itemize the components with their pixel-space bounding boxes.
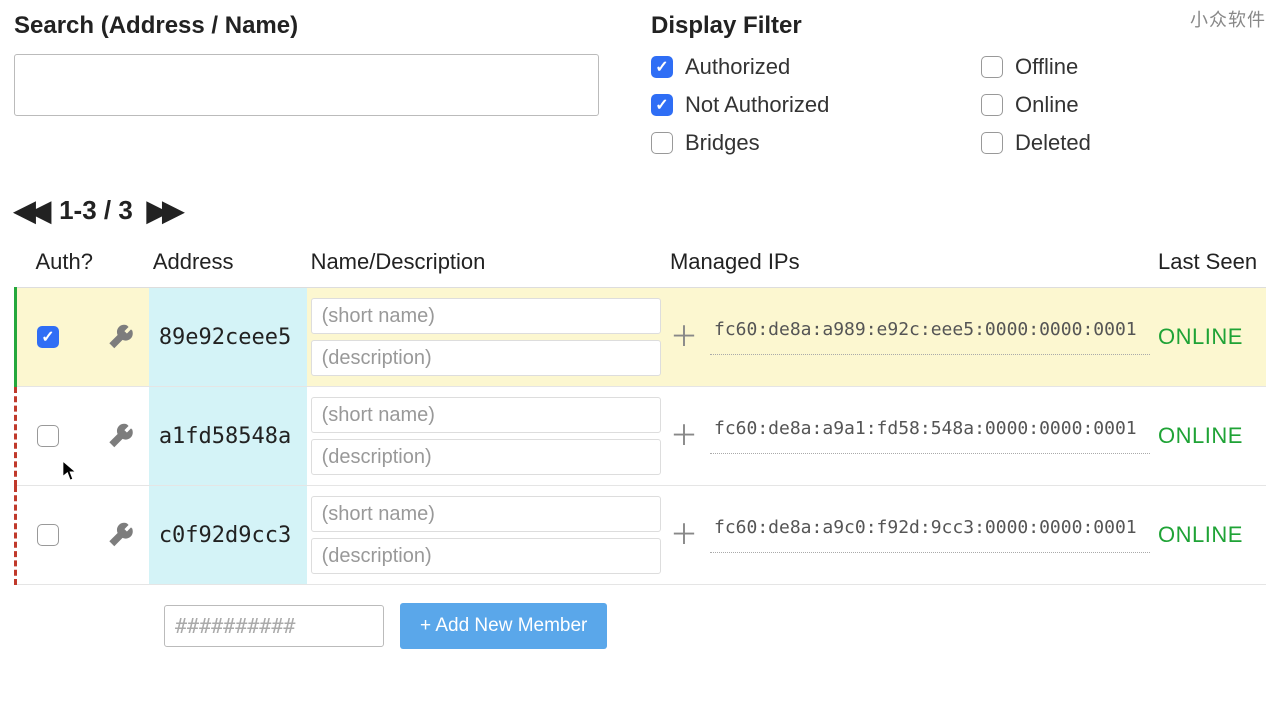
filter-bridges-checkbox[interactable]	[651, 132, 673, 154]
add-ip-icon[interactable]: ＋	[670, 323, 698, 351]
wrench-icon[interactable]	[107, 323, 135, 351]
col-name: Name/Description	[307, 243, 666, 288]
page-next-icon[interactable]: ▶▶	[147, 194, 178, 227]
col-ips: Managed IPs	[666, 243, 1154, 288]
search-label: Search (Address / Name)	[14, 12, 611, 40]
auth-checkbox[interactable]	[37, 524, 59, 546]
table-row: a1fd58548a ＋ fc60:de8a:a9a1:fd58:548a:00…	[16, 387, 1267, 486]
filter-bridges-label: Bridges	[685, 130, 760, 156]
filter-authorized-label: Authorized	[685, 54, 790, 80]
table-row: c0f92d9cc3 ＋ fc60:de8a:a9c0:f92d:9cc3:00…	[16, 486, 1267, 585]
filter-offline-label: Offline	[1015, 54, 1078, 80]
auth-checkbox[interactable]	[37, 425, 59, 447]
filter-offline-checkbox[interactable]	[981, 56, 1003, 78]
address-cell: c0f92d9cc3	[149, 486, 307, 585]
add-ip-icon[interactable]: ＋	[670, 422, 698, 450]
add-member-input[interactable]	[164, 605, 384, 647]
filter-notauthorized-label: Not Authorized	[685, 92, 829, 118]
description-input[interactable]	[311, 340, 661, 376]
filter-online-label: Online	[1015, 92, 1079, 118]
filter-deleted-checkbox[interactable]	[981, 132, 1003, 154]
auth-checkbox[interactable]	[37, 326, 59, 348]
address-cell: a1fd58548a	[149, 387, 307, 486]
watermark-text: 小众软件	[1190, 6, 1266, 32]
managed-ip: fc60:de8a:a9c0:f92d:9cc3:0000:0000:0001	[710, 517, 1150, 553]
wrench-icon[interactable]	[107, 521, 135, 549]
search-input[interactable]	[14, 54, 599, 116]
page-prev-icon[interactable]: ◀◀	[14, 194, 45, 227]
add-ip-icon[interactable]: ＋	[670, 521, 698, 549]
filter-authorized-checkbox[interactable]	[651, 56, 673, 78]
add-member-button[interactable]: + Add New Member	[400, 603, 607, 649]
short-name-input[interactable]	[311, 397, 661, 433]
col-auth: Auth?	[16, 243, 103, 288]
wrench-icon[interactable]	[107, 422, 135, 450]
filter-deleted-label: Deleted	[1015, 130, 1091, 156]
page-range: 1-3 / 3	[59, 195, 133, 226]
managed-ip: fc60:de8a:a989:e92c:eee5:0000:0000:0001	[710, 319, 1150, 355]
col-lastseen: Last Seen	[1154, 243, 1266, 288]
description-input[interactable]	[311, 439, 661, 475]
description-input[interactable]	[311, 538, 661, 574]
status-badge: ONLINE	[1158, 423, 1243, 448]
table-row: 89e92ceee5 ＋ fc60:de8a:a989:e92c:eee5:00…	[16, 288, 1267, 387]
filter-notauthorized-checkbox[interactable]	[651, 94, 673, 116]
short-name-input[interactable]	[311, 496, 661, 532]
short-name-input[interactable]	[311, 298, 661, 334]
address-cell: 89e92ceee5	[149, 288, 307, 387]
status-badge: ONLINE	[1158, 522, 1243, 547]
filter-online-checkbox[interactable]	[981, 94, 1003, 116]
managed-ip: fc60:de8a:a9a1:fd58:548a:0000:0000:0001	[710, 418, 1150, 454]
col-address: Address	[149, 243, 307, 288]
status-badge: ONLINE	[1158, 324, 1243, 349]
display-filter-label: Display Filter	[651, 12, 1266, 40]
